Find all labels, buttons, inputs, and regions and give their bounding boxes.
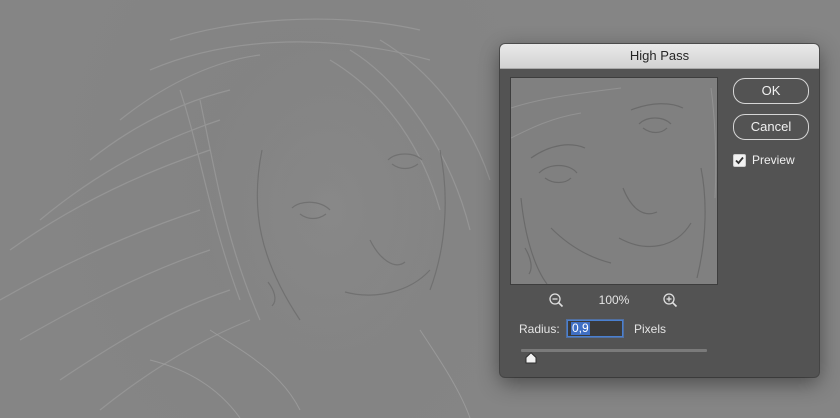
zoom-out-icon: [549, 293, 564, 308]
radius-value: 0,9: [571, 321, 590, 335]
zoom-in-icon: [663, 293, 678, 308]
zoom-in-button[interactable]: [662, 292, 680, 310]
preview-label: Preview: [752, 153, 795, 167]
radius-slider-thumb[interactable]: [525, 351, 537, 364]
dialog-title[interactable]: High Pass: [500, 44, 819, 69]
preview-image: [511, 78, 717, 284]
high-pass-dialog: High Pass 100% OK Cancel Preview Radius:…: [500, 44, 819, 377]
preview-pane[interactable]: [510, 77, 718, 285]
radius-input[interactable]: 0,9: [567, 320, 623, 337]
cancel-button[interactable]: Cancel: [733, 114, 809, 140]
radius-slider-track[interactable]: [521, 349, 707, 352]
checkmark-icon: [735, 156, 744, 164]
zoom-out-button[interactable]: [548, 292, 566, 310]
radius-label: Radius:: [519, 322, 560, 336]
slider-thumb-icon: [525, 352, 537, 364]
preview-checkbox-row[interactable]: Preview: [733, 152, 795, 168]
zoom-level: 100%: [598, 293, 630, 307]
zoom-controls: 100%: [510, 290, 718, 310]
units-label: Pixels: [634, 322, 667, 336]
ok-button[interactable]: OK: [733, 78, 809, 104]
preview-checkbox[interactable]: [733, 153, 746, 167]
